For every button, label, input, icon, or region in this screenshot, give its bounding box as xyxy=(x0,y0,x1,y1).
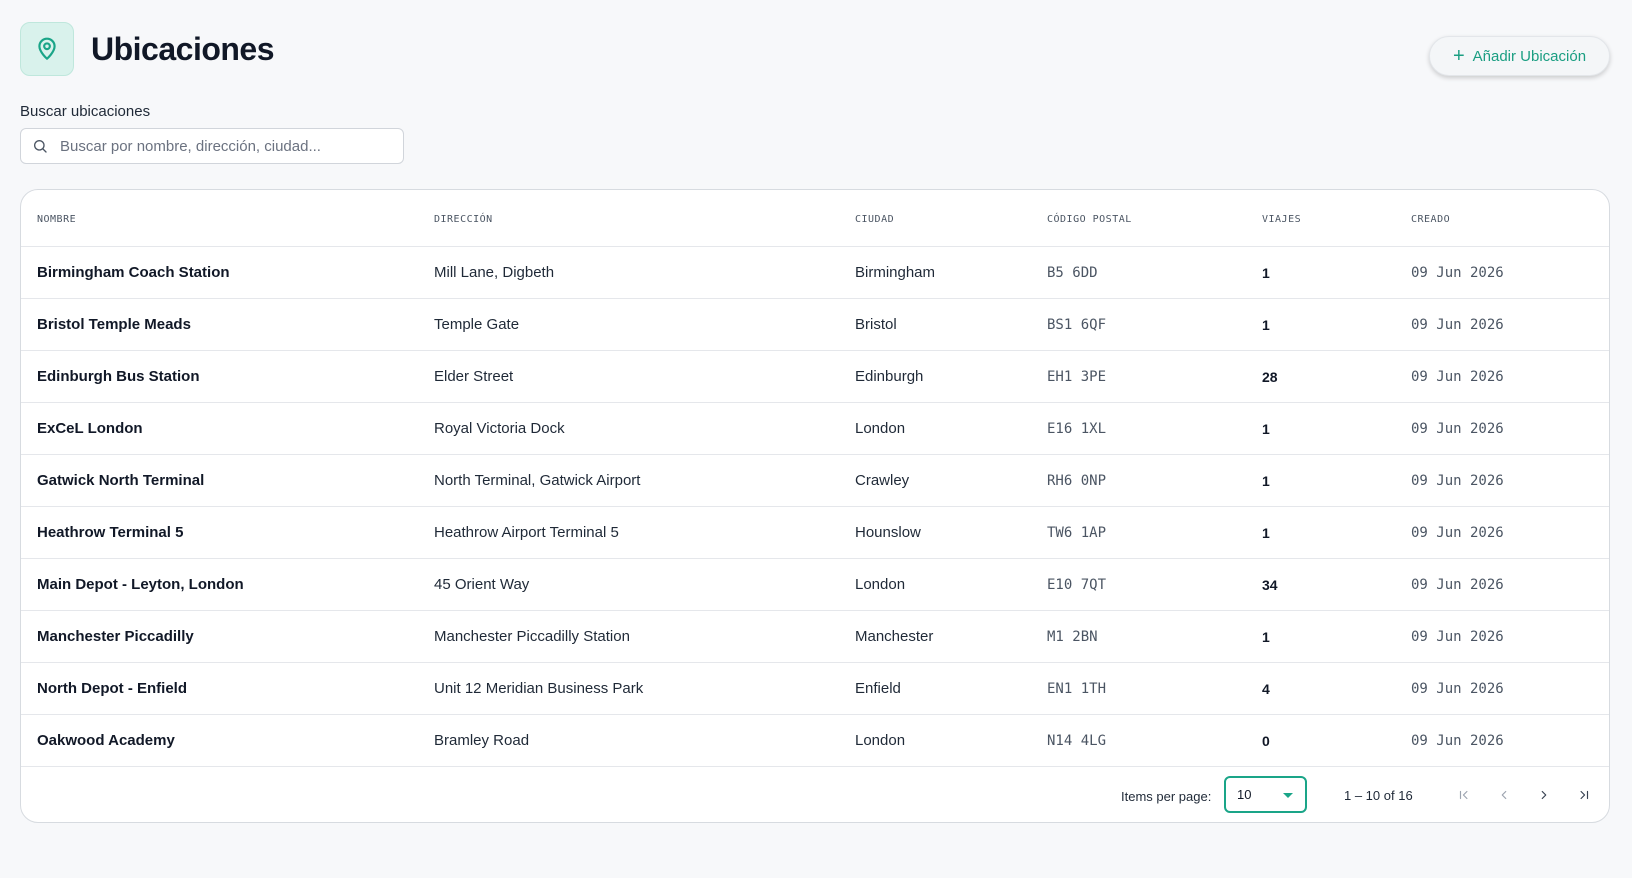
page-size-select[interactable]: 10 xyxy=(1224,776,1307,813)
column-header-name[interactable]: NOMBRE xyxy=(37,214,76,225)
next-page-icon[interactable] xyxy=(1532,783,1556,807)
cell-created: 09 Jun 2026 xyxy=(1411,473,1504,489)
page-size-value: 10 xyxy=(1237,787,1252,802)
table-body: Birmingham Coach Station Mill Lane, Digbe… xyxy=(21,247,1609,767)
cell-name: Edinburgh Bus Station xyxy=(37,368,200,385)
cell-address: Temple Gate xyxy=(434,316,520,333)
cell-created: 09 Jun 2026 xyxy=(1411,525,1504,541)
cell-city: London xyxy=(855,420,906,437)
table-header: NOMBRE DIRECCIÓN CIUDAD CÓDIGO POSTAL VI… xyxy=(21,190,1609,247)
cell-name: Birmingham Coach Station xyxy=(37,264,230,281)
cell-city: Crawley xyxy=(855,472,910,489)
cell-trips: 4 xyxy=(1262,681,1270,697)
cell-created: 09 Jun 2026 xyxy=(1411,681,1504,697)
cell-name: North Depot - Enfield xyxy=(37,680,187,697)
cell-address: Heathrow Airport Terminal 5 xyxy=(434,524,619,541)
previous-page-icon[interactable] xyxy=(1492,783,1516,807)
add-location-label: Añadir Ubicación xyxy=(1472,47,1587,65)
cell-created: 09 Jun 2026 xyxy=(1411,577,1504,593)
table-row[interactable]: Oakwood Academy Bramley Road London N14 4LG… xyxy=(21,715,1609,767)
cell-address: Manchester Piccadilly Station xyxy=(434,628,630,645)
cell-trips: 1 xyxy=(1262,629,1270,645)
cell-name: ExCeL London xyxy=(37,420,143,437)
cell-created: 09 Jun 2026 xyxy=(1411,629,1504,645)
cell-address: Elder Street xyxy=(434,368,514,385)
table-row[interactable]: North Depot - Enfield Unit 12 Meridian Bu… xyxy=(21,663,1609,715)
column-header-created[interactable]: CREADO xyxy=(1411,214,1450,225)
page-title: Ubicaciones xyxy=(91,30,275,67)
items-per-page-label: Items per page: xyxy=(1121,789,1212,804)
cell-city: London xyxy=(855,576,906,593)
last-page-icon[interactable] xyxy=(1572,783,1596,807)
cell-trips: 34 xyxy=(1262,577,1278,593)
page-header: Ubicaciones xyxy=(20,22,275,76)
cell-city: Edinburgh xyxy=(855,368,924,385)
cell-city: Enfield xyxy=(855,680,901,697)
cell-city: Birmingham xyxy=(855,264,936,281)
cell-name: Gatwick North Terminal xyxy=(37,472,205,489)
table-row[interactable]: Edinburgh Bus Station Elder Street Edinbur… xyxy=(21,351,1609,403)
table-row[interactable]: Gatwick North Terminal North Terminal, Ga… xyxy=(21,455,1609,507)
table-row[interactable]: Birmingham Coach Station Mill Lane, Digbe… xyxy=(21,247,1609,299)
cell-created: 09 Jun 2026 xyxy=(1411,317,1504,333)
cell-postcode: EH1 3PE xyxy=(1047,369,1107,385)
cell-name: Heathrow Terminal 5 xyxy=(37,524,184,541)
page-range-label: 1 – 10 of 16 xyxy=(1344,788,1413,803)
cell-city: Hounslow xyxy=(855,524,921,541)
column-header-address[interactable]: DIRECCIÓN xyxy=(434,214,493,225)
map-pin-icon xyxy=(20,22,74,76)
cell-postcode: B5 6DD xyxy=(1047,265,1098,281)
cell-trips: 1 xyxy=(1262,265,1270,281)
cell-name: Main Depot - Leyton, London xyxy=(37,576,244,593)
add-location-button[interactable]: + Añadir Ubicación xyxy=(1429,36,1610,76)
cell-address: Unit 12 Meridian Business Park xyxy=(434,680,644,697)
cell-trips: 1 xyxy=(1262,421,1270,437)
cell-postcode: RH6 0NP xyxy=(1047,473,1107,489)
table-row[interactable]: Main Depot - Leyton, London 45 Orient Way… xyxy=(21,559,1609,611)
cell-city: Bristol xyxy=(855,316,897,333)
paginator: Items per page: 10 1 – 10 of 16 xyxy=(21,767,1609,822)
cell-name: Manchester Piccadilly xyxy=(37,628,194,645)
cell-created: 09 Jun 2026 xyxy=(1411,369,1504,385)
search-label: Buscar ubicaciones xyxy=(20,103,151,120)
cell-postcode: E10 7QT xyxy=(1047,577,1107,593)
cell-postcode: E16 1XL xyxy=(1047,421,1107,437)
search-input[interactable] xyxy=(60,137,380,155)
cell-name: Bristol Temple Meads xyxy=(37,316,191,333)
cell-postcode: N14 4LG xyxy=(1047,733,1107,749)
search-icon xyxy=(32,138,48,154)
plus-icon: + xyxy=(1452,45,1465,67)
cell-address: Mill Lane, Digbeth xyxy=(434,264,555,281)
column-header-city[interactable]: CIUDAD xyxy=(855,214,894,225)
cell-postcode: BS1 6QF xyxy=(1047,317,1107,333)
cell-trips: 28 xyxy=(1262,369,1278,385)
cell-trips: 1 xyxy=(1262,525,1270,541)
cell-trips: 0 xyxy=(1262,733,1270,749)
cell-address: 45 Orient Way xyxy=(434,576,530,593)
first-page-icon[interactable] xyxy=(1452,783,1476,807)
table-row[interactable]: ExCeL London Royal Victoria Dock London E16… xyxy=(21,403,1609,455)
cell-address: Royal Victoria Dock xyxy=(434,420,565,437)
cell-postcode: EN1 1TH xyxy=(1047,681,1107,697)
cell-postcode: M1 2BN xyxy=(1047,629,1098,645)
search-field[interactable] xyxy=(20,128,404,164)
cell-trips: 1 xyxy=(1262,473,1270,489)
cell-city: Manchester xyxy=(855,628,934,645)
column-header-trips[interactable]: VIAJES xyxy=(1262,214,1301,225)
cell-trips: 1 xyxy=(1262,317,1270,333)
cell-city: London xyxy=(855,732,906,749)
table-row[interactable]: Manchester Piccadilly Manchester Piccadil… xyxy=(21,611,1609,663)
cell-address: North Terminal, Gatwick Airport xyxy=(434,472,641,489)
cell-created: 09 Jun 2026 xyxy=(1411,265,1504,281)
cell-name: Oakwood Academy xyxy=(37,732,175,749)
table-row[interactable]: Heathrow Terminal 5 Heathrow Airport Term… xyxy=(21,507,1609,559)
column-header-postcode[interactable]: CÓDIGO POSTAL xyxy=(1047,214,1132,225)
cell-postcode: TW6 1AP xyxy=(1047,525,1107,541)
caret-down-icon xyxy=(1283,793,1293,798)
locations-table-card: NOMBRE DIRECCIÓN CIUDAD CÓDIGO POSTAL VI… xyxy=(20,189,1610,823)
cell-created: 09 Jun 2026 xyxy=(1411,421,1504,437)
table-row[interactable]: Bristol Temple Meads Temple Gate Bristol BS… xyxy=(21,299,1609,351)
cell-created: 09 Jun 2026 xyxy=(1411,733,1504,749)
cell-address: Bramley Road xyxy=(434,732,530,749)
